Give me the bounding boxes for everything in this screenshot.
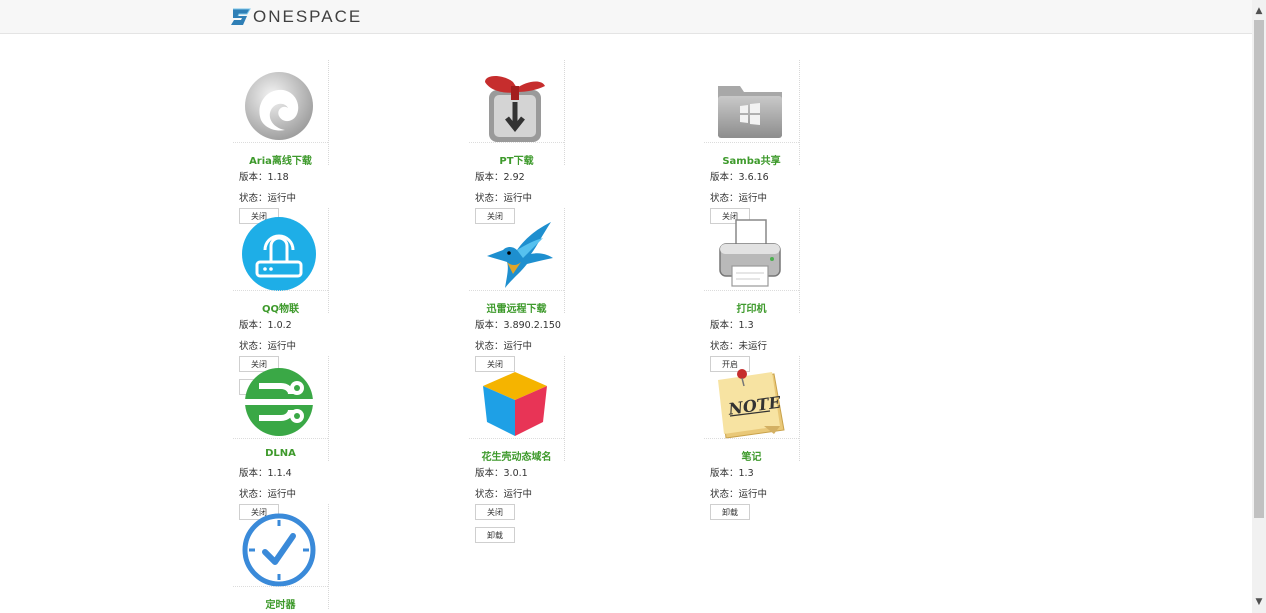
- note-icon: NOTE: [718, 369, 785, 439]
- app-status: 状态：未运行: [710, 341, 768, 352]
- windows-folder-icon: [718, 86, 782, 138]
- clock-check-icon: [242, 513, 316, 587]
- app-tile[interactable]: [469, 60, 565, 165]
- app-tile[interactable]: [233, 60, 329, 165]
- uninstall-button[interactable]: 卸载: [475, 527, 515, 543]
- app-name: Aria离线下载: [249, 156, 312, 167]
- app-tile[interactable]: [704, 60, 800, 165]
- dlna-icon: [245, 368, 313, 436]
- app-name: 花生壳动态域名: [481, 452, 552, 463]
- app-tile[interactable]: [233, 356, 329, 461]
- transmission-icon: [485, 76, 545, 142]
- app-status: 状态：运行中: [475, 489, 533, 500]
- app-status: 状态：运行中: [475, 193, 533, 204]
- app-version: 版本：3.0.1: [475, 468, 528, 479]
- app-version: 版本：1.18: [239, 172, 289, 183]
- scroll-up-arrow-icon[interactable]: ▲: [1252, 4, 1266, 18]
- app-status: 状态：运行中: [475, 341, 533, 352]
- logo-s-icon: [231, 8, 251, 25]
- app-tile[interactable]: [233, 504, 329, 609]
- top-bar: ONESPACE: [0, 0, 1252, 34]
- app-status: 状态：运行中: [710, 489, 768, 500]
- app-tile[interactable]: [469, 356, 565, 461]
- uninstall-button[interactable]: 卸载: [710, 504, 750, 520]
- app-name: QQ物联: [261, 304, 299, 315]
- cube-icon: [483, 372, 547, 436]
- close-button[interactable]: 关闭: [475, 504, 515, 520]
- app-name: DLNA: [265, 448, 296, 459]
- app-name: Samba共享: [722, 156, 781, 167]
- app-name: 定时器: [265, 600, 296, 611]
- app-version: 版本：3.6.16: [710, 172, 769, 183]
- app-status: 状态：运行中: [239, 341, 297, 352]
- app-name: 打印机: [736, 304, 767, 315]
- router-icon: [242, 217, 316, 291]
- app-version: 版本：1.3: [710, 468, 754, 479]
- app-tile[interactable]: NOTE: [704, 356, 800, 461]
- app-version: 版本：1.1.4: [239, 468, 292, 479]
- printer-icon: [719, 219, 781, 287]
- app-status: 状态：运行中: [239, 193, 297, 204]
- onespace-logo[interactable]: ONESPACE: [230, 6, 362, 28]
- app-status: 状态：运行中: [239, 489, 297, 500]
- scroll-thumb[interactable]: [1254, 20, 1264, 518]
- app-version: 版本：1.0.2: [239, 320, 292, 331]
- aria-swirl-icon: [245, 72, 313, 140]
- app-status: 状态：运行中: [710, 193, 768, 204]
- page-scrollbar[interactable]: ▲ ▼: [1252, 0, 1266, 613]
- scroll-down-arrow-icon[interactable]: ▼: [1252, 595, 1266, 609]
- hummingbird-icon: [487, 222, 553, 288]
- app-name: 笔记: [741, 452, 762, 463]
- app-tile[interactable]: [704, 208, 800, 313]
- logo-text: ONESPACE: [253, 7, 363, 26]
- app-name: 迅雷远程下载: [486, 304, 547, 315]
- app-tile[interactable]: [469, 208, 565, 313]
- app-version: 版本：2.92: [475, 172, 525, 183]
- app-version: 版本：3.890.2.150: [475, 320, 561, 331]
- app-tile[interactable]: [233, 208, 329, 313]
- app-name: PT下载: [499, 156, 534, 167]
- app-version: 版本：1.3: [710, 320, 754, 331]
